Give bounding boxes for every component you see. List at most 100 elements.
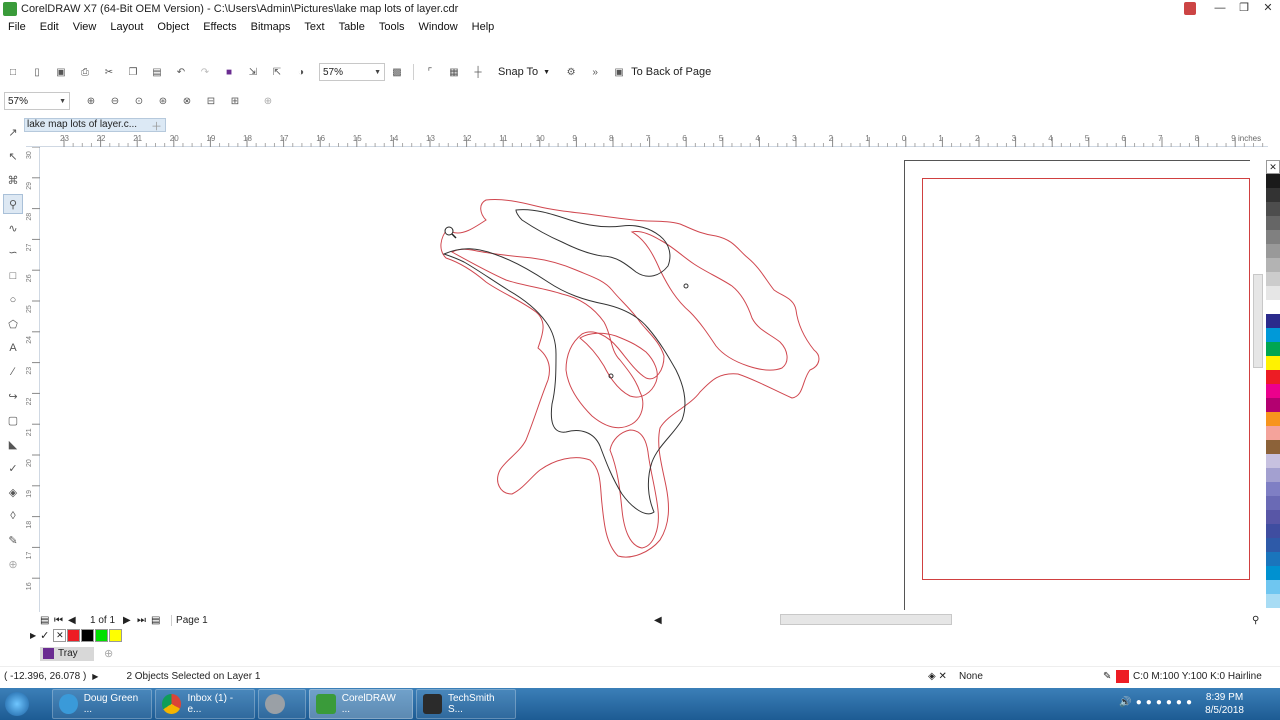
text-tool-icon[interactable]: A [3, 338, 23, 358]
palette-swatch[interactable] [1266, 594, 1280, 608]
menu-text[interactable]: Text [304, 21, 324, 33]
import-icon[interactable]: ⇲ [244, 63, 262, 81]
palette-swatch[interactable] [1266, 454, 1280, 468]
palette-swatch[interactable] [1266, 202, 1280, 216]
palette-swatch[interactable]: ✕ [1266, 160, 1280, 174]
options-icon[interactable]: ⚙ [562, 63, 580, 81]
taskbar-item-coreldraw[interactable]: CorelDRAW ... [309, 689, 413, 719]
taskbar-item-balloon[interactable] [258, 689, 306, 719]
save-icon[interactable]: ▣ [52, 63, 70, 81]
palette-swatch[interactable] [1266, 342, 1280, 356]
search-content-icon[interactable]: ■ [220, 63, 238, 81]
menu-window[interactable]: Window [419, 21, 458, 33]
zoom-navigator-icon[interactable]: ⚲ [1252, 615, 1259, 626]
swatch-black[interactable] [81, 628, 95, 642]
vertical-ruler[interactable]: 30 29 28 27 26 25 24 23 22 21 20 19 18 17 16 [26, 146, 40, 612]
contour-dark-lake-edge[interactable] [442, 248, 686, 515]
vertical-scrollbar[interactable] [1250, 148, 1266, 611]
palette-swatch[interactable] [1266, 468, 1280, 482]
horizontal-scroll-thumb[interactable] [780, 614, 952, 625]
palette-swatch[interactable] [1266, 188, 1280, 202]
palette-swatch[interactable] [1266, 398, 1280, 412]
rectangle-tool-icon[interactable]: □ [3, 266, 23, 286]
palette-swatch[interactable] [1266, 524, 1280, 538]
palette-swatch[interactable] [1266, 440, 1280, 454]
palette-swatch[interactable] [1266, 552, 1280, 566]
tray-tab[interactable]: Tray [40, 646, 94, 661]
system-tray-icons[interactable]: 🔊●●●●●● [1119, 697, 1196, 708]
zoom-page-width-icon[interactable]: ⊟ [202, 92, 220, 110]
smart-fill-icon[interactable]: ◊ [3, 506, 23, 526]
undo-icon[interactable]: ↶ [172, 63, 190, 81]
minimize-button[interactable]: — [1208, 0, 1232, 18]
outline-pen-icon[interactable]: ✎ [3, 530, 23, 550]
parallel-dimension-icon[interactable]: ∕ [3, 362, 23, 382]
palette-swatch[interactable] [1266, 538, 1280, 552]
menu-effects[interactable]: Effects [203, 21, 236, 33]
palette-swatch[interactable] [1266, 300, 1280, 314]
add-page-after-icon[interactable]: ▤ [151, 615, 165, 626]
contour-red-inner-1[interactable] [450, 248, 665, 429]
contour-red-inner-3[interactable] [630, 231, 788, 371]
show-guidelines-icon[interactable]: ┼ [469, 63, 487, 81]
pick-tool-icon[interactable]: ↗ [3, 122, 23, 142]
start-button[interactable] [0, 689, 34, 719]
vertical-scroll-thumb[interactable] [1253, 274, 1263, 368]
eyedropper-icon[interactable]: ✓ [40, 629, 49, 642]
palette-swatch[interactable] [1266, 286, 1280, 300]
contour-dark-upper[interactable] [515, 209, 671, 277]
palette-swatch[interactable] [1266, 230, 1280, 244]
menu-layout[interactable]: Layout [110, 21, 143, 33]
swatch-green[interactable] [95, 628, 109, 642]
ellipse-tool-icon[interactable]: ○ [3, 290, 23, 310]
polygon-tool-icon[interactable]: ⬠ [3, 314, 23, 334]
full-screen-preview-icon[interactable]: ▩ [388, 63, 406, 81]
document-tab[interactable]: lake map lots of layer.c... [24, 118, 166, 132]
freehand-tool-icon[interactable]: ∿ [3, 218, 23, 238]
last-page-icon[interactable]: ⏭ [137, 615, 151, 626]
zoom-all-objects-icon[interactable]: ⊛ [154, 92, 172, 110]
palette-swatch[interactable] [1266, 412, 1280, 426]
palette-swatch[interactable] [1266, 216, 1280, 230]
print-icon[interactable]: ⎙ [76, 63, 94, 81]
zoom-tool-icon[interactable]: ⚲ [3, 194, 23, 214]
palette-swatch[interactable] [1266, 272, 1280, 286]
zoom-level-combo[interactable]: 57% ▼ [319, 63, 385, 81]
paste-icon[interactable]: ▤ [148, 63, 166, 81]
menu-file[interactable]: File [8, 21, 26, 33]
palette-swatch[interactable] [1266, 510, 1280, 524]
cut-icon[interactable]: ✂ [100, 63, 118, 81]
show-rulers-icon[interactable]: ⌜ [421, 63, 439, 81]
drop-shadow-icon[interactable]: ▢ [3, 410, 23, 430]
palette-swatch[interactable] [1266, 174, 1280, 188]
palette-swatch[interactable] [1266, 426, 1280, 440]
prev-page-icon[interactable]: ◀ [68, 615, 82, 626]
horizontal-ruler[interactable]: 23 22 21 20 19 18 17 16 15 14 13 12 11 10 9 8 7 6 5 4 3 2 1 0 1 2… [26, 133, 1268, 147]
palette-swatch[interactable] [1266, 384, 1280, 398]
red-rectangle-object[interactable] [922, 178, 1250, 580]
crop-tool-icon[interactable]: ⌘ [3, 170, 23, 190]
menu-help[interactable]: Help [472, 21, 495, 33]
more-toolbar-icon[interactable]: » [586, 63, 604, 81]
transparency-tool-icon[interactable]: ◣ [3, 434, 23, 454]
restore-button[interactable]: ❐ [1232, 0, 1256, 18]
color-eyedropper-icon[interactable]: ✓ [3, 458, 23, 478]
zoom-property-combo[interactable]: 57% ▼ [4, 92, 70, 110]
swatch-yellow[interactable] [109, 628, 123, 642]
user-account-icon[interactable] [1184, 2, 1196, 15]
palette-swatch[interactable] [1266, 258, 1280, 272]
status-play-icon[interactable]: ▶ [92, 672, 98, 681]
scroll-left-icon[interactable]: ◀ [654, 615, 662, 626]
contour-red-inner-2[interactable] [579, 332, 658, 398]
zoom-selected-icon[interactable]: ⊙ [130, 92, 148, 110]
add-tool-icon[interactable]: ⊕ [3, 554, 23, 574]
add-page-before-icon[interactable]: ▤ [40, 615, 54, 626]
palette-swatch[interactable] [1266, 496, 1280, 510]
palette-swatch[interactable] [1266, 244, 1280, 258]
zoom-page-height-icon[interactable]: ⊞ [226, 92, 244, 110]
show-grid-icon[interactable]: ▦ [445, 63, 463, 81]
zoom-out-icon[interactable]: ⊖ [106, 92, 124, 110]
palette-arrow-icon[interactable]: ▶ [30, 631, 36, 640]
add-toolbar-icon[interactable]: ⊕ [259, 92, 277, 110]
redo-icon[interactable]: ↷ [196, 63, 214, 81]
